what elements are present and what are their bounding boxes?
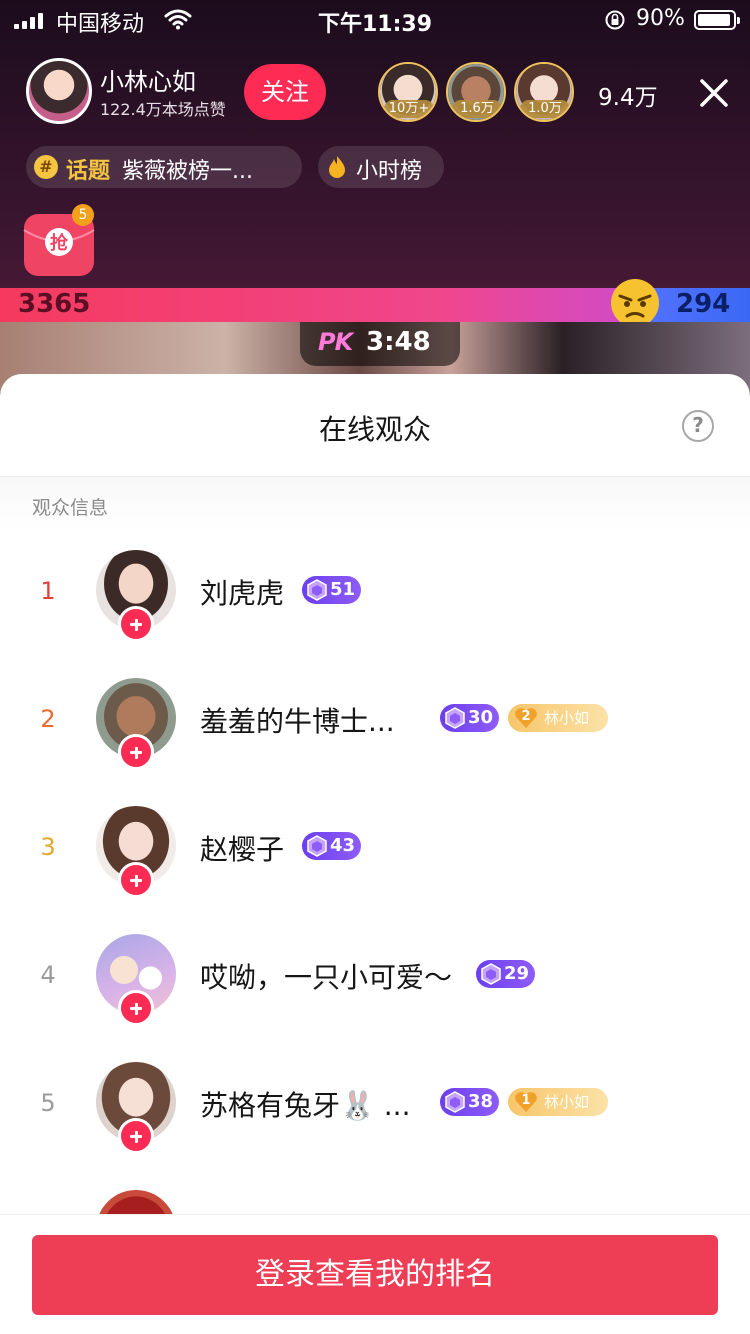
topic-label: 话题 xyxy=(66,159,111,184)
level-number: 43 xyxy=(330,835,356,856)
level-number: 29 xyxy=(504,963,530,984)
host-name: 小林心如 xyxy=(100,68,196,96)
gem-icon xyxy=(445,1091,465,1113)
level-number: 30 xyxy=(468,707,494,728)
audience-row[interactable]: 2 羞羞的牛博士... 30 2 林小如 xyxy=(0,674,750,802)
follow-button[interactable]: 关注 xyxy=(244,64,326,120)
red-packet-count-badge: 5 xyxy=(72,204,94,226)
level-badge: 29 xyxy=(476,960,536,988)
top-fan-avatar[interactable]: 1.6万 xyxy=(446,62,506,122)
pk-right-score: 294 xyxy=(676,289,731,319)
online-audience-sheet: 在线观众 ? 观众信息 1 刘虎虎 51 2 羞羞的牛博士... 30 2 林小… xyxy=(0,374,750,1334)
rank-number: 2 xyxy=(40,705,56,733)
username: 赵樱子 xyxy=(200,833,285,866)
hour-rank-label: 小时榜 xyxy=(356,159,423,184)
level-badge: 51 xyxy=(302,576,362,604)
top-fan-tag: 1.6万 xyxy=(452,100,502,118)
hour-rank-pill[interactable]: 小时榜 xyxy=(318,146,444,188)
rotation-lock-icon xyxy=(605,10,625,30)
sheet-title: 在线观众 xyxy=(318,413,431,446)
audience-row[interactable]: 4 哎呦，一只小可爱～ 29 xyxy=(0,930,750,1058)
username: 苏格有兔牙🐰 ... xyxy=(200,1089,411,1122)
fan-heart-icon: 1 xyxy=(514,1091,538,1113)
bottom-bar: 登录查看我的排名 xyxy=(0,1214,750,1334)
username: 哎呦，一只小可爱～ xyxy=(200,961,453,994)
level-badge: 43 xyxy=(302,832,362,860)
fan-heart-icon: 2 xyxy=(514,707,538,729)
pk-logo: PK xyxy=(318,328,353,356)
audience-row[interactable]: 1 刘虎虎 51 xyxy=(0,546,750,674)
topic-pill[interactable]: # 话题 紫薇被榜一... xyxy=(26,146,302,188)
gem-icon xyxy=(307,835,327,857)
top-fan-avatar[interactable]: 1.0万 xyxy=(514,62,574,122)
fan-club-badge: 1 林小如 xyxy=(508,1088,608,1116)
top-fan-tag: 10万+ xyxy=(384,100,434,118)
rank-number: 3 xyxy=(40,833,56,861)
section-label: 观众信息 xyxy=(32,497,109,519)
fan-club-badge: 2 林小如 xyxy=(508,704,608,732)
username: 刘虎虎 xyxy=(200,577,285,610)
pk-left-bar xyxy=(0,288,630,322)
rank-number: 5 xyxy=(40,1089,56,1117)
add-follow-icon[interactable] xyxy=(118,862,154,898)
audience-row[interactable]: 3 赵樱子 43 xyxy=(0,802,750,930)
pk-timer: PK 3:48 xyxy=(300,322,460,366)
level-badge: 30 xyxy=(440,704,500,732)
add-follow-icon[interactable] xyxy=(118,1118,154,1154)
level-number: 38 xyxy=(468,1091,494,1112)
level-number: 51 xyxy=(330,579,356,600)
username: 羞羞的牛博士... xyxy=(200,705,395,738)
top-fan-avatar[interactable]: 10万+ xyxy=(378,62,438,122)
audience-row[interactable]: 5 苏格有兔牙🐰 ... 38 1 林小如 xyxy=(0,1058,750,1186)
login-to-see-rank-button[interactable]: 登录查看我的排名 xyxy=(32,1235,718,1315)
level-badge: 38 xyxy=(440,1088,500,1116)
rank-number: 4 xyxy=(40,961,56,989)
gem-icon xyxy=(445,707,465,729)
status-bar: 中国移动 下午11:39 90% xyxy=(0,0,750,42)
battery-percentage: 90% xyxy=(636,6,685,31)
pk-left-score: 3365 xyxy=(18,289,91,319)
topic-text: 紫薇被榜一... xyxy=(122,159,253,184)
pk-countdown: 3:48 xyxy=(366,327,431,357)
host-likes: 122.4万本场点赞 xyxy=(100,100,226,119)
rank-number: 1 xyxy=(40,577,56,605)
section-header: 观众信息 xyxy=(0,477,750,529)
svg-text:抢: 抢 xyxy=(50,232,69,254)
gem-icon xyxy=(481,963,501,985)
hashtag-icon: # xyxy=(34,155,58,179)
battery-icon xyxy=(694,10,740,30)
fan-club-name: 林小如 xyxy=(544,709,590,727)
fan-club-name: 林小如 xyxy=(544,1093,590,1111)
add-follow-icon[interactable] xyxy=(118,990,154,1026)
fan-level-number: 2 xyxy=(521,709,531,724)
gem-icon xyxy=(307,579,327,601)
add-follow-icon[interactable] xyxy=(118,606,154,642)
flame-icon xyxy=(329,156,345,178)
close-icon[interactable] xyxy=(697,76,731,110)
add-follow-icon[interactable] xyxy=(118,734,154,770)
top-fan-tag: 1.0万 xyxy=(520,100,570,118)
fan-level-number: 1 xyxy=(521,1093,531,1108)
host-avatar[interactable] xyxy=(26,58,92,124)
help-icon[interactable]: ? xyxy=(682,410,714,442)
viewer-count[interactable]: 9.4万 xyxy=(598,78,658,112)
